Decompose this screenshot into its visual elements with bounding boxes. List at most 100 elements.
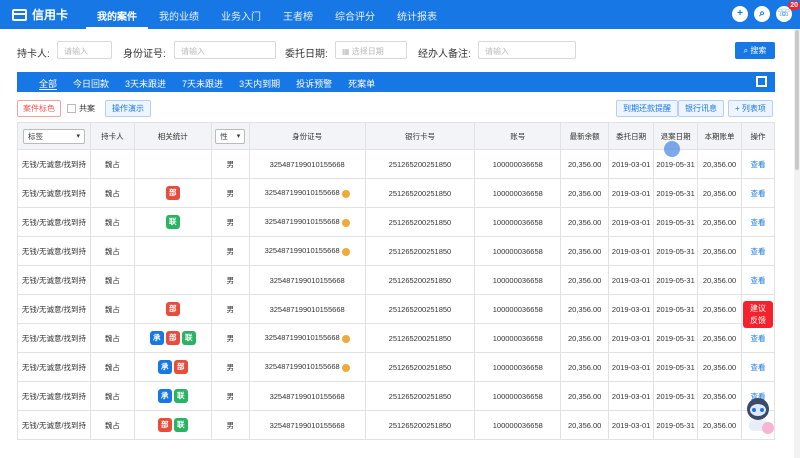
feedback-line1: 建议 <box>750 304 766 313</box>
case-table: 标签 持卡人 相关统计 性 身份证号 银行卡号 账号 最新余额 委托日期 退案日… <box>17 122 775 440</box>
search-btn-label: 搜索 <box>750 46 767 55</box>
nav-item-4[interactable]: 综合评分 <box>324 0 386 29</box>
demo-button[interactable]: 操作演示 <box>105 100 151 117</box>
table-row[interactable]: 无钱/无诚意/找到持 魏占 男 325487199010155668 251265200… <box>17 265 775 295</box>
tab-6[interactable]: 死案单 <box>340 72 383 92</box>
tab-1[interactable]: 今日回款 <box>65 72 117 92</box>
bank-info-button[interactable]: 银行讯息 <box>678 100 724 117</box>
add-icon[interactable]: + <box>732 6 748 22</box>
cell-holder: 魏占 <box>89 178 135 208</box>
table-row[interactable]: 无钱/无诚意/找到持 魏占承部联男 325487199010155668 251265… <box>17 323 775 353</box>
view-link[interactable]: 查看 <box>751 189 766 198</box>
table-row[interactable]: 无钱/无诚意/找到持 魏占 部 男 325487199010155668 25126520… <box>17 178 775 208</box>
table-row[interactable]: 无钱/无诚意/找到持 魏占 男 325487199010155668 251265200… <box>17 236 775 266</box>
credit-card-icon <box>12 8 27 21</box>
cell-gender: 男 <box>210 410 250 440</box>
cell-balance: 20,356.00 <box>560 323 610 353</box>
tab-4[interactable]: 3天内到期 <box>231 72 288 92</box>
cell-id: 325487199010155668 <box>248 265 366 295</box>
stat-pill[interactable]: 联 <box>165 215 180 229</box>
id-number: 325487199010155668 <box>264 188 340 198</box>
cell-id: 325487199010155668 <box>248 410 366 440</box>
tab-0[interactable]: 全部 <box>31 72 65 92</box>
search-button[interactable]: ⌕ 搜索 <box>735 42 775 59</box>
stat-pill[interactable]: 部 <box>157 418 172 432</box>
date-placeholder: 选择日期 <box>351 47 384 56</box>
cell-entrust: 2019-03-01 <box>608 178 655 208</box>
assistant-robot-icon[interactable] <box>738 395 778 437</box>
id-number: 325487199010155668 <box>269 159 345 169</box>
table-row[interactable]: 无钱/无诚意/找到持 魏占 男 325487199010155668 251265200… <box>17 149 775 179</box>
scrollbar-thumb[interactable] <box>795 30 799 170</box>
date-input[interactable]: ▦ 选择日期 <box>335 41 407 59</box>
header-card: 银行卡号 <box>364 122 476 150</box>
remind-button[interactable]: 到期还款提醒 <box>616 100 678 117</box>
id-number: 325487199010155668 <box>269 275 345 285</box>
tab-2[interactable]: 3天未跟进 <box>117 72 174 92</box>
phone-icon[interactable]: ☏ 20 <box>776 1 800 22</box>
table-row[interactable]: 无钱/无诚意/找到持 魏占 部 男 325487199010155668 25126520… <box>17 294 775 324</box>
view-link[interactable]: 查看 <box>751 160 766 169</box>
cell-stats <box>133 149 212 179</box>
cell-entrust: 2019-03-01 <box>608 149 655 179</box>
table-row[interactable]: 无钱/无诚意/找到持 魏占承联男 325487199010155668 2512652… <box>17 381 775 411</box>
stat-pill[interactable]: 联 <box>173 418 188 432</box>
view-link[interactable]: 查看 <box>751 276 766 285</box>
view-link[interactable]: 查看 <box>751 363 766 372</box>
cell-bill: 20,356.00 <box>697 178 743 208</box>
cell-gender: 男 <box>210 294 250 324</box>
stat-pill[interactable]: 联 <box>181 331 196 345</box>
cell-balance: 20,356.00 <box>560 265 610 295</box>
stat-pill[interactable]: 承 <box>157 360 172 374</box>
cardholder-input[interactable]: 请输入 <box>57 41 112 59</box>
table-row[interactable]: 无钱/无诚意/找到持 魏占 联 男 325487199010155668 25126520… <box>17 207 775 237</box>
table-row[interactable]: 无钱/无诚意/找到持 魏占部联男 325487199010155668 2512652… <box>17 410 775 440</box>
tab-5[interactable]: 投诉预警 <box>288 72 340 92</box>
stat-pill[interactable]: 部 <box>165 302 180 316</box>
gender-select[interactable]: 性 <box>215 128 246 144</box>
cell-stats: 部联 <box>133 410 212 440</box>
cell-gender: 男 <box>210 207 250 237</box>
cell-entrust: 2019-03-01 <box>608 265 655 295</box>
feedback-button[interactable]: 建议 反馈 <box>743 301 773 328</box>
stat-pill[interactable]: 部 <box>165 186 180 200</box>
search-icon[interactable]: ⌕ <box>754 6 770 22</box>
view-link[interactable]: 查看 <box>751 247 766 256</box>
view-link[interactable]: 查看 <box>751 218 766 227</box>
table-row[interactable]: 无钱/无诚意/找到持 魏占承部男 325487199010155668 2512652… <box>17 352 775 382</box>
nav-item-5[interactable]: 统计报表 <box>386 0 448 29</box>
nav-item-0[interactable]: 我的案件 <box>86 0 148 29</box>
case-color-button[interactable]: 案件标色 <box>17 100 61 117</box>
tab-3[interactable]: 7天未跟进 <box>174 72 231 92</box>
cell-return: 2019-05-31 <box>653 236 699 266</box>
stat-pill[interactable]: 承 <box>157 389 172 403</box>
columns-button[interactable]: + 列表项 <box>728 100 773 117</box>
shared-checkbox[interactable]: 共案 <box>67 103 95 114</box>
search-row: 持卡人: 请输入 身份证号: 请输入 委托日期: ▦ 选择日期 经办人备注: 请… <box>0 38 800 64</box>
nav-item-3[interactable]: 王者榜 <box>272 0 324 29</box>
cell-entrust: 2019-03-01 <box>608 294 655 324</box>
cell-tag: 无钱/无诚意/找到持 <box>17 381 91 411</box>
cell-balance: 20,356.00 <box>560 149 610 179</box>
app-logo[interactable]: 信用卡 <box>12 6 68 23</box>
cell-bill: 20,356.00 <box>697 236 743 266</box>
cell-card: 251265200251850 <box>364 236 476 266</box>
id-number: 325487199010155668 <box>264 333 340 343</box>
cell-bill: 20,356.00 <box>697 265 743 295</box>
stat-pill[interactable]: 联 <box>173 389 188 403</box>
stat-pill[interactable]: 承 <box>149 331 164 345</box>
nav-item-2[interactable]: 业务入门 <box>210 0 272 29</box>
remark-input[interactable]: 请输入 <box>478 41 576 59</box>
stat-pill[interactable]: 部 <box>165 331 180 345</box>
id-input[interactable]: 请输入 <box>174 41 276 59</box>
view-link[interactable]: 查看 <box>751 334 766 343</box>
cell-entrust: 2019-03-01 <box>608 323 655 353</box>
stat-pill[interactable]: 部 <box>173 360 188 374</box>
tag-select[interactable]: 标签 <box>22 128 85 144</box>
header-tag: 标签 <box>17 122 91 150</box>
expand-icon[interactable] <box>756 76 767 87</box>
nav-item-1[interactable]: 我的业绩 <box>148 0 210 29</box>
cell-id: 325487199010155668 <box>248 352 366 382</box>
cell-tag: 无钱/无诚意/找到持 <box>17 149 91 179</box>
cell-id: 325487199010155668 <box>248 236 366 266</box>
